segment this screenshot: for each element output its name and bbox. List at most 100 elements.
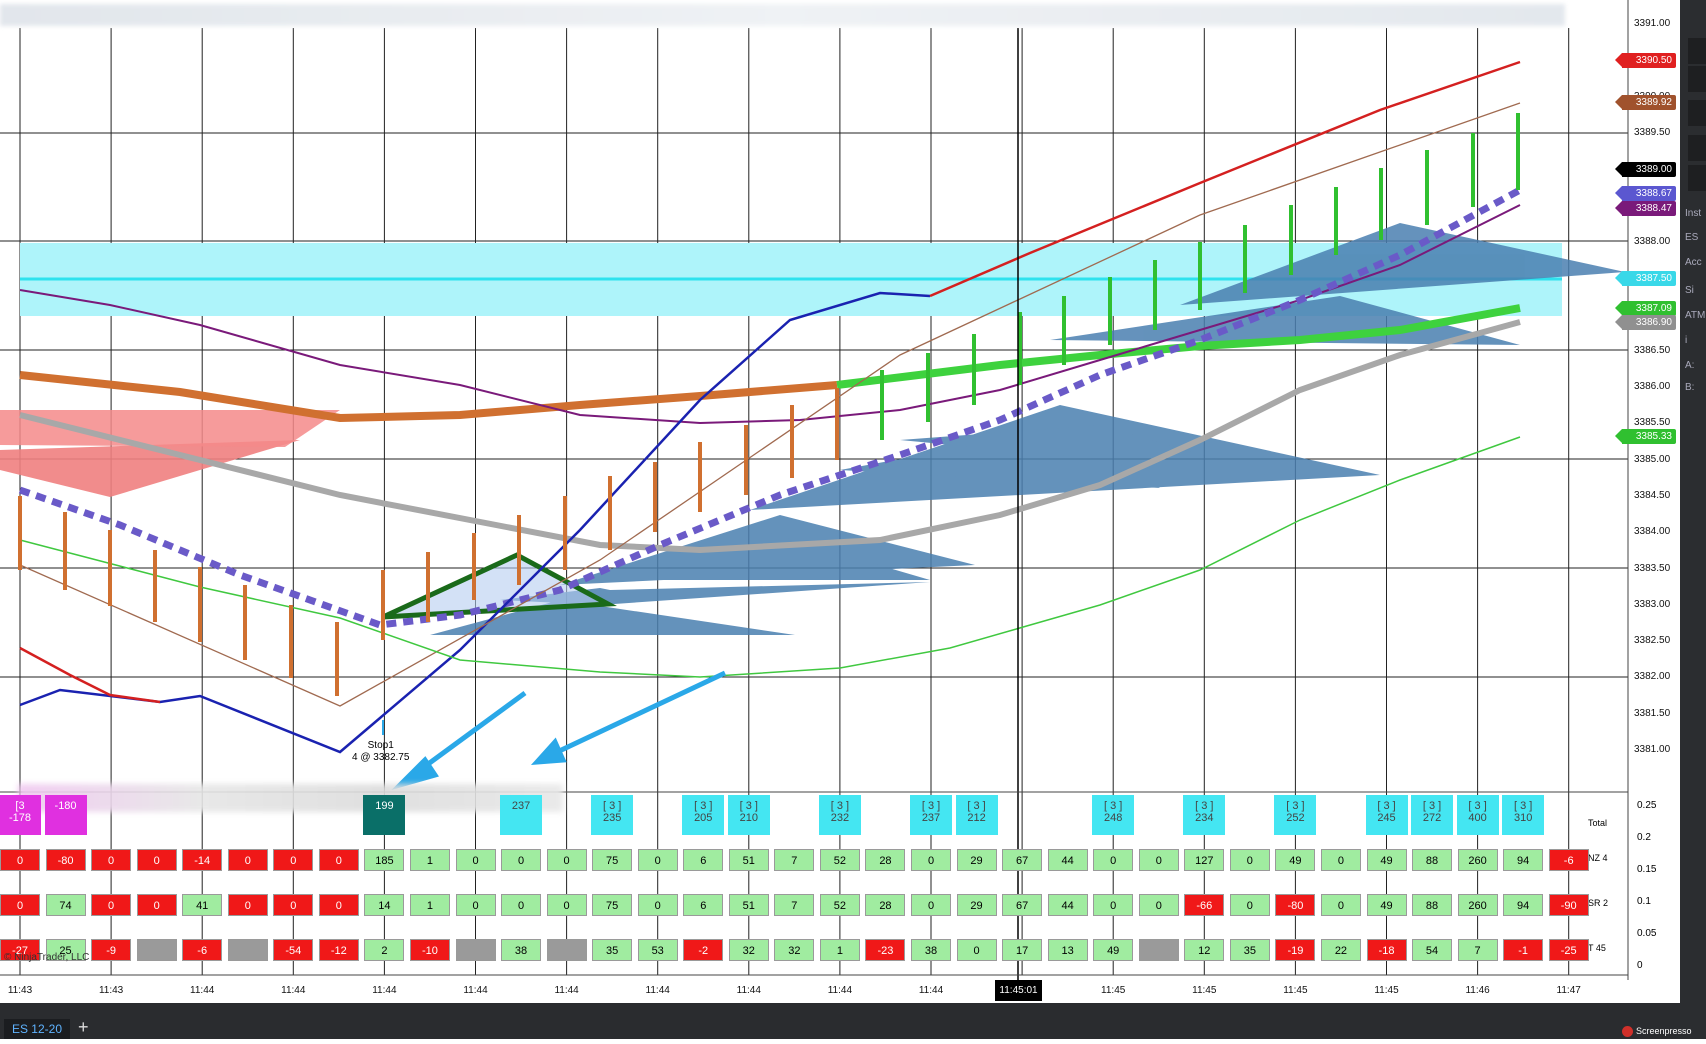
row-label-nz: NZ 4: [1588, 853, 1608, 863]
total-box-value: -178: [8, 812, 32, 824]
add-tab-button[interactable]: +: [78, 1017, 89, 1038]
sidebar-block[interactable]: [1688, 38, 1706, 64]
t-row-cell: 32: [774, 939, 815, 961]
price-axis-label: 3386.50: [1634, 344, 1671, 356]
total-box-value: 310: [1513, 812, 1533, 824]
total-box-value: 272: [1422, 812, 1442, 824]
total-box: [ 3 ] 252: [1274, 795, 1317, 835]
sidebar-block[interactable]: [1688, 135, 1706, 161]
sidebar-block[interactable]: [1688, 165, 1706, 191]
sr-row-cell: 75: [592, 894, 633, 916]
sr-row-cell: 49: [1366, 894, 1407, 916]
sidebar-block[interactable]: [1688, 100, 1706, 126]
t-row-cell: [227, 939, 268, 961]
nz-row-cell: 0: [1138, 849, 1179, 871]
stop-order-label[interactable]: Stop1 4 @ 3382.75: [352, 740, 409, 764]
t-row-cell: 0: [956, 939, 997, 961]
t-row-cell: [455, 939, 496, 961]
total-box-top: [ 3 ]: [1468, 800, 1487, 812]
total-box: [ 3 ] 237: [910, 795, 952, 835]
sidebar-text: ES: [1685, 232, 1699, 243]
nz-row-cell: 1: [409, 849, 450, 871]
t-row-cell: -19: [1275, 939, 1316, 961]
blurred-overlay: [18, 784, 563, 812]
price-axis-label: 3381.00: [1634, 744, 1671, 755]
sidebar-block[interactable]: [1688, 66, 1706, 92]
time-axis-label: 11:45: [1283, 985, 1308, 996]
tab-bar: ES 12-20 +: [0, 1003, 1680, 1039]
sr-row-cell: 14: [364, 894, 405, 916]
total-box-value: 232: [830, 812, 850, 824]
oscillator-axis-label: 0: [1637, 960, 1643, 971]
sr-row-cell: 1: [409, 894, 450, 916]
sr-row-cell: -90: [1548, 894, 1589, 916]
price-axis-label: 3381.50: [1634, 707, 1671, 719]
price-tag: 3388.67: [1615, 186, 1676, 202]
sidebar-text: B:: [1685, 382, 1695, 393]
nz-row-cell: 0: [0, 849, 40, 871]
sr-row-cell: 0: [1229, 894, 1270, 916]
price-axis-label: 3391.00: [1634, 18, 1671, 29]
total-box: [ 3 ] 212: [955, 795, 998, 835]
price-chart[interactable]: 3391.003390.503390.003389.503389.003388.…: [0, 0, 1706, 1039]
stop-label-line2: 4 @ 3382.75: [352, 752, 410, 763]
t-row-cell: 38: [911, 939, 951, 961]
nz-row-cell: 0: [501, 849, 542, 871]
nz-row-cell: -6: [1548, 849, 1589, 871]
nz-row-cell: 44: [1047, 849, 1088, 871]
chart-canvas[interactable]: [0, 0, 1706, 1039]
total-box: [ 3 ] 234: [1183, 795, 1226, 835]
price-tag: 3385.33: [1615, 428, 1676, 444]
nz-row-cell: 29: [956, 849, 997, 871]
nz-row-cell: 67: [1002, 849, 1043, 871]
sr-row-cell: 29: [956, 894, 997, 916]
total-box: [ 3 ] 232: [818, 795, 861, 835]
price-tag: 3389.00: [1615, 162, 1676, 178]
nz-row-cell: 0: [546, 849, 587, 871]
nz-row-cell: 49: [1366, 849, 1407, 871]
nz-row-cell: 28: [865, 849, 906, 871]
time-axis-label: 11:44: [281, 985, 306, 996]
price-axis-label: 3385.50: [1634, 417, 1671, 429]
watermark-text: Screenpresso: [1636, 1026, 1692, 1036]
price-axis-label: 3385.00: [1634, 453, 1671, 465]
price-axis-label: 3384.00: [1634, 526, 1671, 538]
total-box-value: 234: [1195, 812, 1214, 824]
total-box-top: [ 3 ]: [1104, 800, 1123, 812]
sidebar-text: A:: [1685, 360, 1695, 371]
copyright-text: © NinjaTrader, LLC: [4, 952, 90, 963]
t-row-cell: [1138, 939, 1179, 961]
t-row-cell: 22: [1320, 939, 1361, 961]
total-box: [ 3 ] 400: [1456, 795, 1499, 835]
t-row-cell: 17: [1002, 939, 1043, 961]
sr-row-cell: 0: [637, 894, 678, 916]
instrument-tab[interactable]: ES 12-20: [4, 1019, 70, 1039]
nz-row-cell: 0: [318, 849, 359, 871]
total-box-value: 212: [967, 812, 986, 824]
total-box-top: [ 3 ]: [739, 800, 758, 812]
time-axis-label: 11:43: [7, 985, 33, 996]
t-row-cell: 32: [728, 939, 769, 961]
sidebar-text: ATM: [1685, 310, 1706, 321]
time-axis-label: 11:45: [1192, 985, 1217, 996]
sr-row-cell: 0: [501, 894, 542, 916]
sr-row-cell: 0: [318, 894, 359, 916]
sr-row-cell: 7: [774, 894, 815, 916]
price-axis-label: 3388.00: [1634, 235, 1671, 247]
total-box: -180: [44, 795, 87, 835]
row-label-total: Total: [1588, 818, 1608, 828]
time-axis-label: 11:44: [190, 985, 215, 996]
sidebar-text: Si: [1685, 285, 1694, 296]
t-row-cell: 7: [1457, 939, 1498, 961]
t-row-cell: 35: [592, 939, 633, 961]
nz-row-cell: 51: [728, 849, 769, 871]
price-axis-label: 3382.00: [1634, 671, 1671, 683]
oscillator-axis-label: 0.15: [1637, 864, 1657, 875]
total-box-top: [ 3 ]: [921, 800, 941, 812]
t-row-cell: -9: [91, 939, 132, 961]
time-axis-label: 11:44: [645, 985, 670, 996]
nz-row-cell: 0: [1229, 849, 1270, 871]
t-row-cell: 38: [501, 939, 542, 961]
t-row-cell: -18: [1366, 939, 1407, 961]
sr-row-cell: 41: [182, 894, 223, 916]
